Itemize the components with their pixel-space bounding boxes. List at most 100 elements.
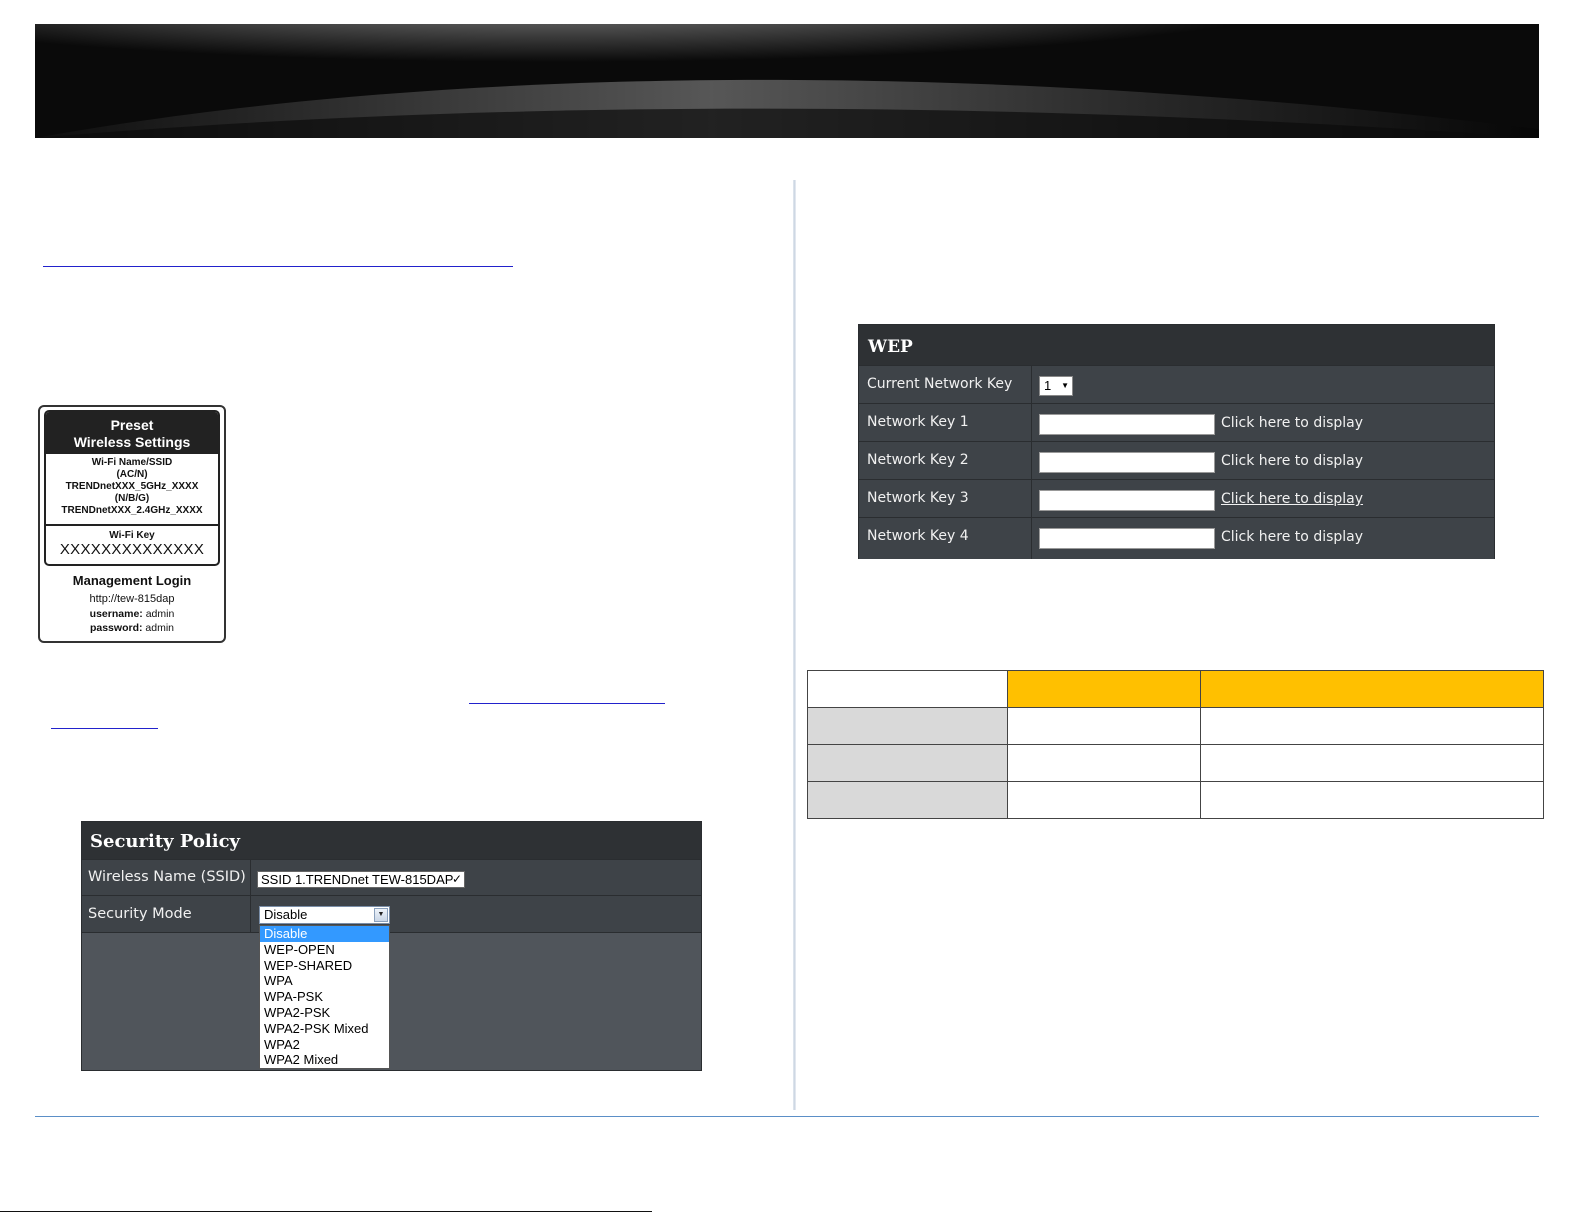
network-key-label: Network Key 4 bbox=[867, 528, 969, 544]
security-mode-row: Security Mode Disable ▼ bbox=[82, 895, 701, 933]
preset-settings-box: Preset Wireless Settings Wi-Fi Name/SSID… bbox=[44, 410, 220, 566]
current-network-key-label: Current Network Key bbox=[867, 376, 1013, 392]
table-cell bbox=[1200, 744, 1544, 782]
dropdown-option[interactable]: WPA2 bbox=[260, 1037, 389, 1053]
network-key-input[interactable] bbox=[1039, 452, 1215, 473]
ssid-5ghz: TRENDnetXXX_5GHz_XXXX bbox=[65, 481, 199, 492]
ssid-label: Wireless Name (SSID) bbox=[88, 869, 246, 885]
row-divider bbox=[1031, 442, 1032, 480]
dropdown-arrow-icon[interactable]: ▼ bbox=[374, 908, 388, 922]
row-divider bbox=[250, 896, 251, 933]
table-cell bbox=[807, 781, 1008, 819]
wep-panel: WEP Current Network Key 1 ▼ Network Key … bbox=[858, 324, 1495, 559]
network-key-input[interactable] bbox=[1039, 490, 1215, 511]
network-key-label: Network Key 3 bbox=[867, 490, 969, 506]
ssid-select[interactable]: SSID 1.TRENDnet TEW-815DAP ✓ bbox=[257, 871, 465, 888]
security-mode-value: Disable bbox=[264, 907, 308, 922]
chevron-down-icon: ✓ bbox=[451, 872, 462, 886]
table-row bbox=[807, 707, 1544, 745]
ssid-select-value: SSID 1.TRENDnet TEW-815DAP bbox=[261, 872, 454, 887]
network-key-input[interactable] bbox=[1039, 414, 1215, 435]
password-label: password: bbox=[89, 622, 143, 634]
ssid-band-ng: (N/B/G) bbox=[114, 493, 150, 504]
network-key-row: Network Key 3 Click here to display bbox=[859, 479, 1494, 518]
header-banner bbox=[35, 24, 1539, 138]
table-cell bbox=[807, 707, 1008, 745]
network-key-row: Network Key 4 Click here to display bbox=[859, 517, 1494, 559]
label-ssid-block: Wi-Fi Name/SSID (AC/N) TRENDnetXXX_5GHz_… bbox=[46, 454, 218, 526]
security-policy-body bbox=[82, 932, 701, 1070]
page-bottom-rule bbox=[0, 1211, 652, 1212]
link-underline[interactable] bbox=[469, 703, 665, 704]
wep-panel-title: WEP bbox=[859, 325, 1494, 365]
ssid-title: Wi-Fi Name/SSID bbox=[91, 457, 173, 468]
footer-rule bbox=[35, 1116, 1539, 1117]
label-header-line1: Preset bbox=[110, 417, 154, 433]
table-header-cell bbox=[807, 670, 1008, 708]
label-key-block: Wi-Fi Key XXXXXXXXXXXXXX bbox=[46, 526, 218, 558]
table-header-cell bbox=[1007, 670, 1201, 708]
link-underline[interactable] bbox=[43, 266, 513, 267]
password-line: password: admin bbox=[40, 621, 224, 635]
comparison-table bbox=[807, 670, 1544, 819]
row-divider bbox=[1031, 480, 1032, 518]
security-mode-dropdown-list: Disable WEP-OPEN WEP-SHARED WPA WPA-PSK … bbox=[259, 925, 390, 1069]
security-mode-label: Security Mode bbox=[88, 906, 192, 922]
security-policy-panel: Security Policy Wireless Name (SSID) SSI… bbox=[81, 821, 702, 1071]
ssid-band-ac: (AC/N) bbox=[116, 469, 148, 480]
dropdown-option[interactable]: WPA2 Mixed bbox=[260, 1052, 389, 1068]
username-label: username: bbox=[89, 608, 143, 620]
dropdown-option[interactable]: WPA bbox=[260, 973, 389, 989]
table-cell bbox=[807, 744, 1008, 782]
username-line: username: admin bbox=[40, 607, 224, 621]
current-network-key-row: Current Network Key 1 ▼ bbox=[859, 365, 1494, 404]
security-policy-title: Security Policy bbox=[82, 822, 701, 859]
network-key-row: Network Key 1 Click here to display bbox=[859, 403, 1494, 442]
label-header-line2: Wireless Settings bbox=[73, 434, 191, 450]
column-divider bbox=[793, 180, 796, 1110]
link-underline[interactable] bbox=[51, 728, 158, 729]
network-key-label: Network Key 1 bbox=[867, 414, 969, 430]
mgmt-title: Management Login bbox=[72, 573, 192, 588]
network-key-input[interactable] bbox=[1039, 528, 1215, 549]
dropdown-option[interactable]: WPA2-PSK bbox=[260, 1005, 389, 1021]
table-cell bbox=[1007, 744, 1201, 782]
row-divider bbox=[250, 860, 251, 896]
row-divider bbox=[1031, 404, 1032, 442]
dropdown-option[interactable]: WPA-PSK bbox=[260, 989, 389, 1005]
username-value: admin bbox=[145, 608, 175, 620]
mgmt-url: http://tew-815dap bbox=[89, 593, 175, 605]
label-management-block: Management Login http://tew-815dap usern… bbox=[40, 573, 224, 635]
network-key-row: Network Key 2 Click here to display bbox=[859, 441, 1494, 480]
network-key-label: Network Key 2 bbox=[867, 452, 969, 468]
security-mode-select[interactable]: Disable ▼ bbox=[259, 906, 390, 924]
display-key-link[interactable]: Click here to display bbox=[1221, 529, 1363, 545]
table-cell bbox=[1007, 781, 1201, 819]
dropdown-option[interactable]: WEP-OPEN bbox=[260, 942, 389, 958]
row-divider bbox=[1031, 366, 1032, 404]
table-header-row bbox=[807, 670, 1544, 708]
current-network-key-select[interactable]: 1 ▼ bbox=[1039, 376, 1073, 396]
table-cell bbox=[1200, 707, 1544, 745]
dropdown-option[interactable]: WPA2-PSK Mixed bbox=[260, 1021, 389, 1037]
table-header-cell bbox=[1200, 670, 1544, 708]
current-network-key-value: 1 bbox=[1044, 378, 1052, 393]
dropdown-option[interactable]: Disable bbox=[260, 926, 389, 942]
banner-graphic bbox=[35, 24, 1539, 138]
row-divider bbox=[1031, 518, 1032, 559]
table-row bbox=[807, 744, 1544, 782]
table-cell bbox=[1200, 781, 1544, 819]
ssid-24ghz: TRENDnetXXX_2.4GHz_XXXX bbox=[61, 505, 203, 516]
chevron-down-icon: ▼ bbox=[1061, 381, 1069, 390]
key-value: XXXXXXXXXXXXXX bbox=[59, 541, 205, 558]
table-row bbox=[807, 781, 1544, 819]
table-cell bbox=[1007, 707, 1201, 745]
display-key-link[interactable]: Click here to display bbox=[1221, 491, 1363, 507]
device-label-sticker: Preset Wireless Settings Wi-Fi Name/SSID… bbox=[38, 405, 226, 643]
display-key-link[interactable]: Click here to display bbox=[1221, 415, 1363, 431]
dropdown-option[interactable]: WEP-SHARED bbox=[260, 958, 389, 974]
ssid-row: Wireless Name (SSID) SSID 1.TRENDnet TEW… bbox=[82, 859, 701, 896]
password-value: admin bbox=[145, 622, 175, 634]
label-header: Preset Wireless Settings bbox=[46, 412, 218, 454]
display-key-link[interactable]: Click here to display bbox=[1221, 453, 1363, 469]
